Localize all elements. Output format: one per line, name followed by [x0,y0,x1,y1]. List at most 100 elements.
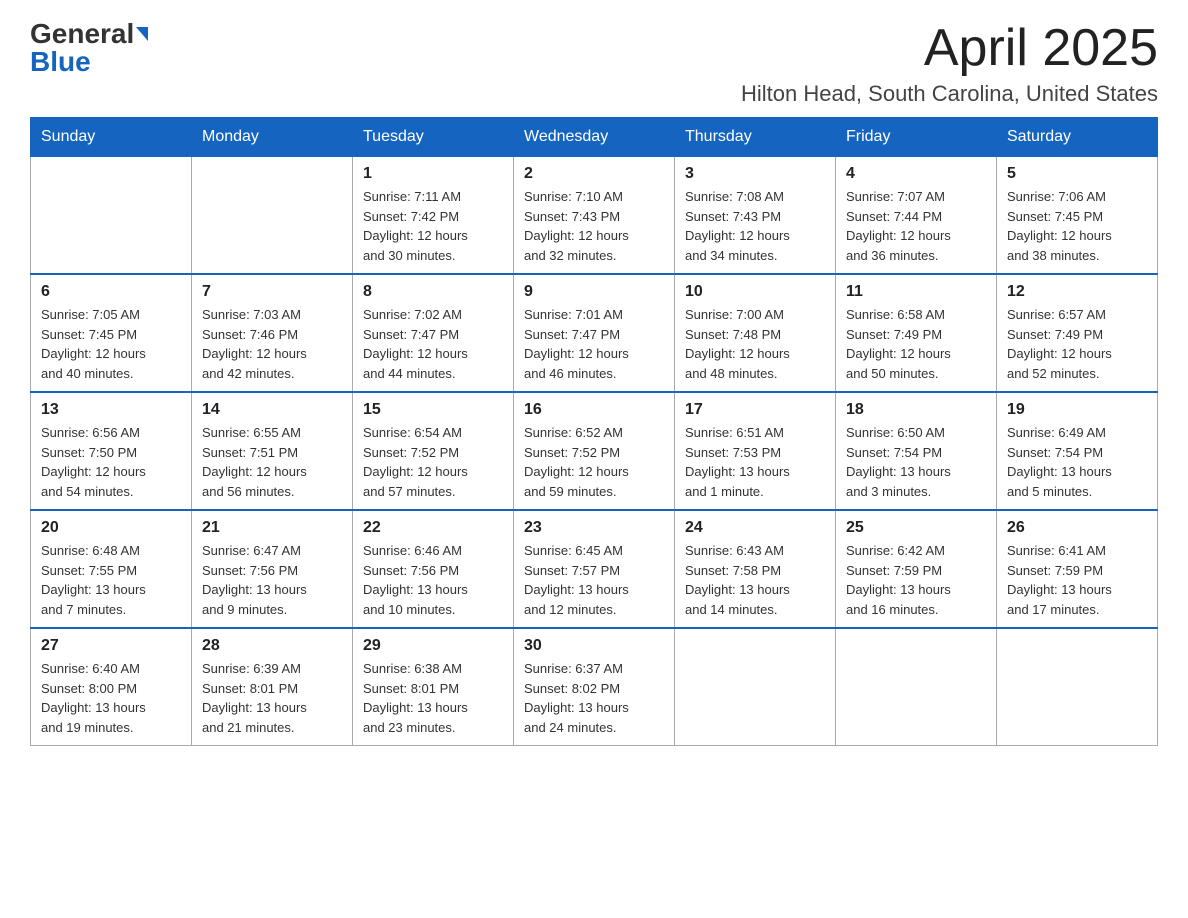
calendar-cell: 18 Sunrise: 6:50 AM Sunset: 7:54 PM Dayli… [836,392,997,510]
logo: General Blue [30,20,148,76]
day-number: 29 [363,637,503,655]
day-number: 24 [685,519,825,537]
calendar-week-row: 20Sunrise: 6:48 AM Sunset: 7:55 PM Dayli… [31,510,1158,628]
calendar-cell: 17Sunrise: 6:51 AM Sunset: 7:53 PM Dayli… [675,392,836,510]
calendar-week-row: 27 Sunrise: 6:40 AM Sunset: 8:00 PM Dayli… [31,628,1158,746]
calendar-cell: 20Sunrise: 6:48 AM Sunset: 7:55 PM Dayli… [31,510,192,628]
calendar-cell: 7 Sunrise: 7:03 AM Sunset: 7:46 PM Daylig… [192,274,353,392]
day-number: 19 [1007,401,1147,419]
day-info: Sunrise: 7:01 AM Sunset: 7:47 PM Dayligh… [524,305,664,383]
day-number: 20 [41,519,181,537]
calendar-cell: 15 Sunrise: 6:54 AM Sunset: 7:52 PM Dayli… [353,392,514,510]
title-block: April 2025 Hilton Head, South Carolina, … [741,20,1158,107]
day-info: Sunrise: 7:06 AM Sunset: 7:45 PM Dayligh… [1007,187,1147,265]
day-info: Sunrise: 7:11 AM Sunset: 7:42 PM Dayligh… [363,187,503,265]
day-info: Sunrise: 6:55 AM Sunset: 7:51 PM Dayligh… [202,423,342,501]
day-number: 13 [41,401,181,419]
day-number: 25 [846,519,986,537]
weekday-header-saturday: Saturday [997,118,1158,157]
day-number: 16 [524,401,664,419]
day-info: Sunrise: 7:10 AM Sunset: 7:43 PM Dayligh… [524,187,664,265]
weekday-header-thursday: Thursday [675,118,836,157]
calendar-week-row: 6Sunrise: 7:05 AM Sunset: 7:45 PM Daylig… [31,274,1158,392]
logo-triangle-icon [136,27,148,41]
day-info: Sunrise: 6:52 AM Sunset: 7:52 PM Dayligh… [524,423,664,501]
day-number: 11 [846,283,986,301]
day-number: 12 [1007,283,1147,301]
day-info: Sunrise: 7:00 AM Sunset: 7:48 PM Dayligh… [685,305,825,383]
day-info: Sunrise: 6:56 AM Sunset: 7:50 PM Dayligh… [41,423,181,501]
location-title: Hilton Head, South Carolina, United Stat… [741,81,1158,107]
day-info: Sunrise: 6:41 AM Sunset: 7:59 PM Dayligh… [1007,541,1147,619]
calendar-cell [675,628,836,746]
calendar-cell: 25 Sunrise: 6:42 AM Sunset: 7:59 PM Dayli… [836,510,997,628]
day-info: Sunrise: 6:42 AM Sunset: 7:59 PM Dayligh… [846,541,986,619]
day-number: 15 [363,401,503,419]
day-info: Sunrise: 7:02 AM Sunset: 7:47 PM Dayligh… [363,305,503,383]
day-number: 5 [1007,165,1147,183]
calendar-table: SundayMondayTuesdayWednesdayThursdayFrid… [30,117,1158,746]
calendar-cell: 16 Sunrise: 6:52 AM Sunset: 7:52 PM Dayli… [514,392,675,510]
day-number: 6 [41,283,181,301]
day-info: Sunrise: 6:46 AM Sunset: 7:56 PM Dayligh… [363,541,503,619]
day-info: Sunrise: 6:50 AM Sunset: 7:54 PM Dayligh… [846,423,986,501]
day-info: Sunrise: 6:57 AM Sunset: 7:49 PM Dayligh… [1007,305,1147,383]
day-number: 2 [524,165,664,183]
day-info: Sunrise: 7:08 AM Sunset: 7:43 PM Dayligh… [685,187,825,265]
day-info: Sunrise: 6:39 AM Sunset: 8:01 PM Dayligh… [202,659,342,737]
day-number: 26 [1007,519,1147,537]
day-number: 14 [202,401,342,419]
calendar-cell: 14 Sunrise: 6:55 AM Sunset: 7:51 PM Dayli… [192,392,353,510]
day-number: 30 [524,637,664,655]
day-info: Sunrise: 7:03 AM Sunset: 7:46 PM Dayligh… [202,305,342,383]
weekday-header-monday: Monday [192,118,353,157]
calendar-cell: 8 Sunrise: 7:02 AM Sunset: 7:47 PM Daylig… [353,274,514,392]
calendar-cell: 2 Sunrise: 7:10 AM Sunset: 7:43 PM Daylig… [514,157,675,275]
calendar-cell: 12 Sunrise: 6:57 AM Sunset: 7:49 PM Dayli… [997,274,1158,392]
calendar-cell: 27 Sunrise: 6:40 AM Sunset: 8:00 PM Dayli… [31,628,192,746]
calendar-cell: 24 Sunrise: 6:43 AM Sunset: 7:58 PM Dayli… [675,510,836,628]
day-info: Sunrise: 6:45 AM Sunset: 7:57 PM Dayligh… [524,541,664,619]
day-number: 10 [685,283,825,301]
calendar-cell: 13 Sunrise: 6:56 AM Sunset: 7:50 PM Dayli… [31,392,192,510]
day-info: Sunrise: 7:07 AM Sunset: 7:44 PM Dayligh… [846,187,986,265]
day-number: 27 [41,637,181,655]
calendar-cell: 1 Sunrise: 7:11 AM Sunset: 7:42 PM Daylig… [353,157,514,275]
calendar-cell: 30 Sunrise: 6:37 AM Sunset: 8:02 PM Dayli… [514,628,675,746]
calendar-cell: 9 Sunrise: 7:01 AM Sunset: 7:47 PM Daylig… [514,274,675,392]
weekday-header-friday: Friday [836,118,997,157]
calendar-cell: 23Sunrise: 6:45 AM Sunset: 7:57 PM Dayli… [514,510,675,628]
day-number: 28 [202,637,342,655]
logo-general-text: General [30,20,134,48]
calendar-cell: 28 Sunrise: 6:39 AM Sunset: 8:01 PM Dayli… [192,628,353,746]
day-number: 22 [363,519,503,537]
day-number: 4 [846,165,986,183]
calendar-cell: 29 Sunrise: 6:38 AM Sunset: 8:01 PM Dayli… [353,628,514,746]
day-info: Sunrise: 6:54 AM Sunset: 7:52 PM Dayligh… [363,423,503,501]
day-info: Sunrise: 6:37 AM Sunset: 8:02 PM Dayligh… [524,659,664,737]
logo-blue-text: Blue [30,48,91,76]
calendar-cell [836,628,997,746]
day-number: 9 [524,283,664,301]
day-info: Sunrise: 6:49 AM Sunset: 7:54 PM Dayligh… [1007,423,1147,501]
day-number: 7 [202,283,342,301]
calendar-cell: 10 Sunrise: 7:00 AM Sunset: 7:48 PM Dayli… [675,274,836,392]
day-number: 18 [846,401,986,419]
calendar-cell: 19 Sunrise: 6:49 AM Sunset: 7:54 PM Dayli… [997,392,1158,510]
calendar-cell: 5 Sunrise: 7:06 AM Sunset: 7:45 PM Daylig… [997,157,1158,275]
day-info: Sunrise: 6:43 AM Sunset: 7:58 PM Dayligh… [685,541,825,619]
day-number: 8 [363,283,503,301]
calendar-header-row: SundayMondayTuesdayWednesdayThursdayFrid… [31,118,1158,157]
day-number: 1 [363,165,503,183]
month-title: April 2025 [741,20,1158,77]
calendar-cell: 4 Sunrise: 7:07 AM Sunset: 7:44 PM Daylig… [836,157,997,275]
day-info: Sunrise: 6:40 AM Sunset: 8:00 PM Dayligh… [41,659,181,737]
day-number: 21 [202,519,342,537]
day-number: 3 [685,165,825,183]
weekday-header-sunday: Sunday [31,118,192,157]
day-number: 17 [685,401,825,419]
calendar-cell: 26 Sunrise: 6:41 AM Sunset: 7:59 PM Dayli… [997,510,1158,628]
day-info: Sunrise: 6:38 AM Sunset: 8:01 PM Dayligh… [363,659,503,737]
calendar-week-row: 1 Sunrise: 7:11 AM Sunset: 7:42 PM Daylig… [31,157,1158,275]
calendar-cell: 21Sunrise: 6:47 AM Sunset: 7:56 PM Dayli… [192,510,353,628]
